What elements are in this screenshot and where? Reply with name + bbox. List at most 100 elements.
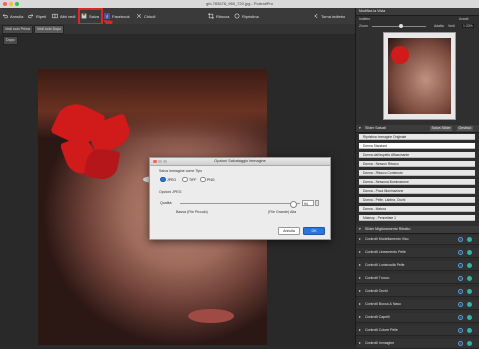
adjustment-group[interactable]: Controlli Colore Pelle? — [356, 326, 479, 336]
redo-button[interactable]: Ripeti — [28, 11, 46, 21]
dialog-title: Opzioni Salvataggio Immagine — [214, 159, 266, 163]
back-label: Torna indietro — [321, 13, 346, 19]
help-icon[interactable]: ? — [458, 341, 463, 346]
lips — [188, 309, 234, 323]
preset-item[interactable]: Donna dall'aspetto Affascinante — [359, 152, 475, 158]
format-radio-tiff[interactable]: TIFF — [182, 176, 196, 183]
format-radio-jpeg[interactable]: JPEG — [160, 176, 176, 183]
reset-button[interactable]: Ripristina — [234, 11, 259, 21]
help-icon[interactable]: ? — [458, 302, 463, 307]
adjustment-group[interactable]: Controlli Luminosità Pelle? — [356, 261, 479, 271]
adjustment-label: Controlli Colore Pelle — [365, 328, 398, 332]
reset-label: Ripristina — [242, 13, 259, 19]
undo-label: Annulla — [10, 13, 24, 19]
adjustment-group[interactable]: Controlli Immagine? — [356, 339, 479, 349]
adjustment-label: Controlli Bocca & Naso — [365, 302, 401, 306]
toggle-icon[interactable] — [467, 328, 472, 333]
help-icon[interactable]: ? — [458, 263, 463, 268]
adjustment-group[interactable]: Controlli Bocca & Naso? — [356, 300, 479, 310]
manage-presets-button[interactable]: Gestisci — [457, 126, 473, 131]
quality-stepper[interactable] — [315, 200, 319, 206]
presets-arrow-icon[interactable]: ▾ — [359, 125, 361, 132]
quality-value-field[interactable]: 94 — [302, 200, 314, 206]
expand-arrow-icon[interactable] — [359, 329, 361, 331]
adjustment-group[interactable]: Controlli Trucco? — [356, 274, 479, 284]
presets-header: ▾ Slider Salvati Salva Slider Gestisci — [356, 125, 479, 133]
help-icon[interactable]: ? — [458, 276, 463, 281]
presets-title: Slider Salvati — [365, 126, 386, 130]
ok-button[interactable]: OK — [303, 227, 325, 235]
after-nav-button[interactable]: Avanti — [459, 17, 468, 21]
help-icon[interactable]: ? — [458, 250, 463, 255]
expand-arrow-icon[interactable] — [359, 264, 361, 266]
preset-item[interactable]: Donna - Nessun Ritocco — [359, 161, 475, 167]
crop-button[interactable]: Ritocca — [208, 11, 229, 21]
preset-item[interactable]: Donna - Nessuna Illuminazione — [359, 179, 475, 185]
navigator-title: Modifica la Vista — [359, 9, 386, 13]
save-slider-button[interactable]: Salva Slider — [430, 126, 453, 131]
expand-arrow-icon[interactable] — [359, 303, 361, 305]
zoom-slider-knob[interactable] — [399, 24, 403, 28]
expand-arrow-icon[interactable] — [359, 290, 361, 292]
adjustments-arrow-icon[interactable]: ▾ — [359, 226, 361, 233]
quality-slider-track[interactable] — [180, 201, 300, 208]
other-views-label: Altri vedi — [60, 13, 76, 19]
adjustment-group[interactable]: Controlli Capelli? — [356, 313, 479, 323]
preset-item[interactable]: Donna - Poca Illuminazione — [359, 188, 475, 194]
adjustment-label: Controlli Occhi — [365, 289, 388, 293]
save-options-dialog: Opzioni Salvataggio Immagine Salva immag… — [149, 157, 331, 240]
toggle-icon[interactable] — [467, 276, 472, 281]
thumbnail-photo — [388, 38, 451, 114]
toggle-icon[interactable] — [467, 237, 472, 242]
cancel-button[interactable]: Annulla — [278, 227, 300, 235]
undo-button[interactable]: Annulla — [2, 11, 23, 21]
toggle-icon[interactable] — [467, 263, 472, 268]
format-label: PNG — [207, 177, 215, 182]
view-after-button[interactable]: Vedi solo Dopo — [34, 25, 65, 34]
adjustment-label: Controlli Modellamento Viso — [365, 237, 409, 241]
toggle-icon[interactable] — [467, 341, 472, 346]
preset-item[interactable]: Donna - Ritocco Contenuto — [359, 170, 475, 176]
preset-item[interactable]: Donna Standard — [359, 143, 475, 149]
reset-icon — [234, 13, 240, 19]
dialog-titlebar: Opzioni Salvataggio Immagine — [150, 158, 330, 166]
preset-item[interactable]: Donna - Matura — [359, 206, 475, 212]
zoom-slider[interactable] — [372, 24, 426, 28]
view-before-button[interactable]: Vedi solo Prima — [2, 25, 33, 34]
other-views-button[interactable]: Altri vedi — [52, 11, 75, 21]
quality-slider-knob[interactable] — [290, 201, 298, 208]
navigator-thumbnail[interactable] — [383, 32, 456, 120]
expand-arrow-icon[interactable] — [359, 251, 361, 253]
expand-arrow-icon[interactable] — [359, 342, 361, 344]
adjustment-label: Controlli Capelli — [365, 315, 390, 319]
toggle-icon[interactable] — [467, 289, 472, 294]
preset-item[interactable]: Makeup - Pennellate 1 — [359, 215, 475, 221]
adjustment-group[interactable]: Controlli Occhi? — [356, 287, 479, 297]
adjustment-group[interactable]: Controlli Modellamento Viso? — [356, 235, 479, 245]
adjustments-header: ▾ Slider Miglioramento Ritratto — [356, 226, 479, 234]
adjustment-group[interactable]: Controlli Lineamento Pelle? — [356, 248, 479, 258]
dialog-close-button[interactable] — [153, 159, 157, 163]
undo-icon — [2, 13, 8, 19]
dialog-zoom-button — [163, 159, 167, 163]
expand-arrow-icon[interactable] — [359, 277, 361, 279]
format-radio-png[interactable]: PNG — [200, 176, 215, 183]
actual-size-button[interactable]: Vedi — [448, 24, 455, 28]
help-icon[interactable]: ? — [458, 315, 463, 320]
zoom-row: Zoom Adatta Vedi 1:33% — [356, 23, 479, 30]
back-button[interactable]: Torna indietro — [313, 11, 345, 21]
toggle-icon[interactable] — [467, 302, 472, 307]
fit-button[interactable]: Adatta — [434, 24, 444, 28]
adjustments-title: Slider Miglioramento Ritratto — [365, 227, 411, 231]
toggle-icon[interactable] — [467, 315, 472, 320]
preset-item[interactable]: Donna - Pelle, Labbra, Occhi — [359, 197, 475, 203]
toggle-icon[interactable] — [467, 250, 472, 255]
jpeg-options-label: Opzioni JPEG — [159, 190, 182, 194]
before-nav-button[interactable]: Indietro — [359, 17, 370, 21]
help-icon[interactable]: ? — [458, 328, 463, 333]
expand-arrow-icon[interactable] — [359, 316, 361, 318]
help-icon[interactable]: ? — [458, 237, 463, 242]
expand-arrow-icon[interactable] — [359, 238, 361, 240]
preset-item[interactable]: Ripristina Immagine Originale — [359, 134, 475, 140]
help-icon[interactable]: ? — [458, 289, 463, 294]
